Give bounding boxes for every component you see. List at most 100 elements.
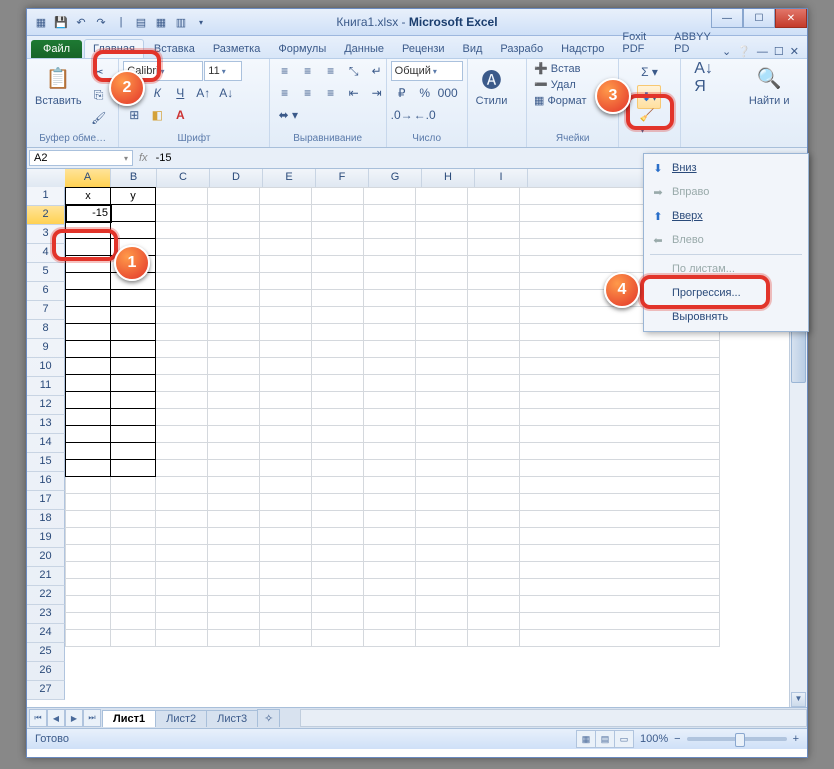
cell[interactable]	[260, 477, 312, 494]
cell[interactable]	[468, 511, 520, 528]
format-cells-button[interactable]: ▦Формат	[531, 93, 589, 108]
col-header-D[interactable]: D	[210, 169, 263, 187]
cell[interactable]	[66, 392, 111, 409]
cell[interactable]	[520, 341, 720, 358]
cell[interactable]	[208, 222, 260, 239]
cell[interactable]	[111, 562, 156, 579]
cell[interactable]	[111, 477, 156, 494]
cell[interactable]	[416, 511, 468, 528]
sort-filter-button[interactable]: A↓Я	[685, 61, 723, 95]
cell[interactable]	[156, 579, 208, 596]
cell[interactable]	[111, 426, 156, 443]
cell[interactable]	[208, 239, 260, 256]
row-header[interactable]: 22	[27, 586, 65, 605]
tab-file[interactable]: Файл	[31, 40, 82, 58]
align-mid-icon[interactable]: ≡	[297, 60, 319, 82]
cell[interactable]	[260, 630, 312, 647]
cell[interactable]	[468, 477, 520, 494]
cell[interactable]	[416, 426, 468, 443]
cell[interactable]	[156, 443, 208, 460]
cell[interactable]	[416, 460, 468, 477]
cell[interactable]	[208, 188, 260, 205]
cell[interactable]	[66, 613, 111, 630]
cell[interactable]	[156, 290, 208, 307]
indent-dec-icon[interactable]: ⇤	[343, 82, 365, 104]
cell[interactable]	[416, 273, 468, 290]
col-header-C[interactable]: C	[157, 169, 210, 187]
cell[interactable]	[260, 188, 312, 205]
cell[interactable]	[416, 596, 468, 613]
cell[interactable]	[364, 324, 416, 341]
cell[interactable]	[66, 426, 111, 443]
horizontal-scrollbar[interactable]	[300, 709, 807, 727]
cell[interactable]: -15	[66, 205, 111, 222]
cell[interactable]	[111, 409, 156, 426]
cell[interactable]	[156, 494, 208, 511]
cell[interactable]	[312, 562, 364, 579]
italic-button[interactable]: К	[146, 82, 168, 104]
cell[interactable]	[260, 256, 312, 273]
cell[interactable]	[364, 494, 416, 511]
row-header[interactable]: 16	[27, 472, 65, 491]
cell[interactable]	[208, 562, 260, 579]
cell[interactable]	[416, 477, 468, 494]
cell[interactable]	[468, 375, 520, 392]
orientation-icon[interactable]: ⤡	[343, 60, 365, 82]
cell[interactable]	[111, 358, 156, 375]
cell[interactable]	[156, 222, 208, 239]
zoom-out-button[interactable]: −	[674, 733, 680, 745]
cell[interactable]	[312, 239, 364, 256]
cell[interactable]	[468, 528, 520, 545]
cell[interactable]	[111, 341, 156, 358]
dec-dec-icon[interactable]: ←.0	[414, 104, 436, 126]
cell[interactable]	[416, 307, 468, 324]
name-box[interactable]: A2▾	[29, 150, 133, 166]
cell[interactable]	[468, 613, 520, 630]
cell[interactable]	[208, 613, 260, 630]
cell[interactable]	[468, 188, 520, 205]
cell[interactable]	[208, 324, 260, 341]
tab-addin[interactable]: Надстро	[553, 40, 612, 58]
cell[interactable]	[66, 579, 111, 596]
cell[interactable]	[156, 613, 208, 630]
minimize-button[interactable]: —	[711, 9, 743, 28]
sheet-tab-3[interactable]: Лист3	[206, 710, 258, 727]
cell[interactable]	[260, 324, 312, 341]
cell[interactable]	[208, 358, 260, 375]
maximize-button[interactable]: ☐	[743, 9, 775, 28]
cell[interactable]	[312, 443, 364, 460]
cell[interactable]	[156, 409, 208, 426]
cell[interactable]	[260, 494, 312, 511]
cell[interactable]	[260, 307, 312, 324]
cell[interactable]	[468, 307, 520, 324]
cell[interactable]	[208, 341, 260, 358]
cell[interactable]	[111, 579, 156, 596]
cell[interactable]	[260, 358, 312, 375]
cell[interactable]	[208, 579, 260, 596]
cell[interactable]	[364, 545, 416, 562]
cell[interactable]	[468, 545, 520, 562]
cell[interactable]	[208, 528, 260, 545]
cell[interactable]	[468, 579, 520, 596]
cell[interactable]	[468, 341, 520, 358]
cell[interactable]	[364, 392, 416, 409]
cell[interactable]	[66, 290, 111, 307]
cell[interactable]	[208, 375, 260, 392]
cell[interactable]	[312, 613, 364, 630]
cell[interactable]	[312, 358, 364, 375]
sheet-prev-icon[interactable]: ◀	[47, 709, 65, 727]
row-header[interactable]: 7	[27, 301, 65, 320]
cell[interactable]	[66, 460, 111, 477]
qat-btn1-icon[interactable]: ▤	[133, 14, 149, 30]
cell[interactable]	[468, 256, 520, 273]
cell[interactable]	[260, 409, 312, 426]
border-button[interactable]: ⊞	[123, 104, 145, 126]
cell[interactable]	[312, 596, 364, 613]
cell[interactable]	[364, 341, 416, 358]
paste-button[interactable]: 📋 Вставить	[31, 61, 86, 109]
row-header[interactable]: 19	[27, 529, 65, 548]
cell[interactable]	[364, 409, 416, 426]
tab-foxit[interactable]: Foxit PDF	[614, 28, 664, 58]
cell[interactable]	[111, 596, 156, 613]
cell[interactable]	[312, 630, 364, 647]
